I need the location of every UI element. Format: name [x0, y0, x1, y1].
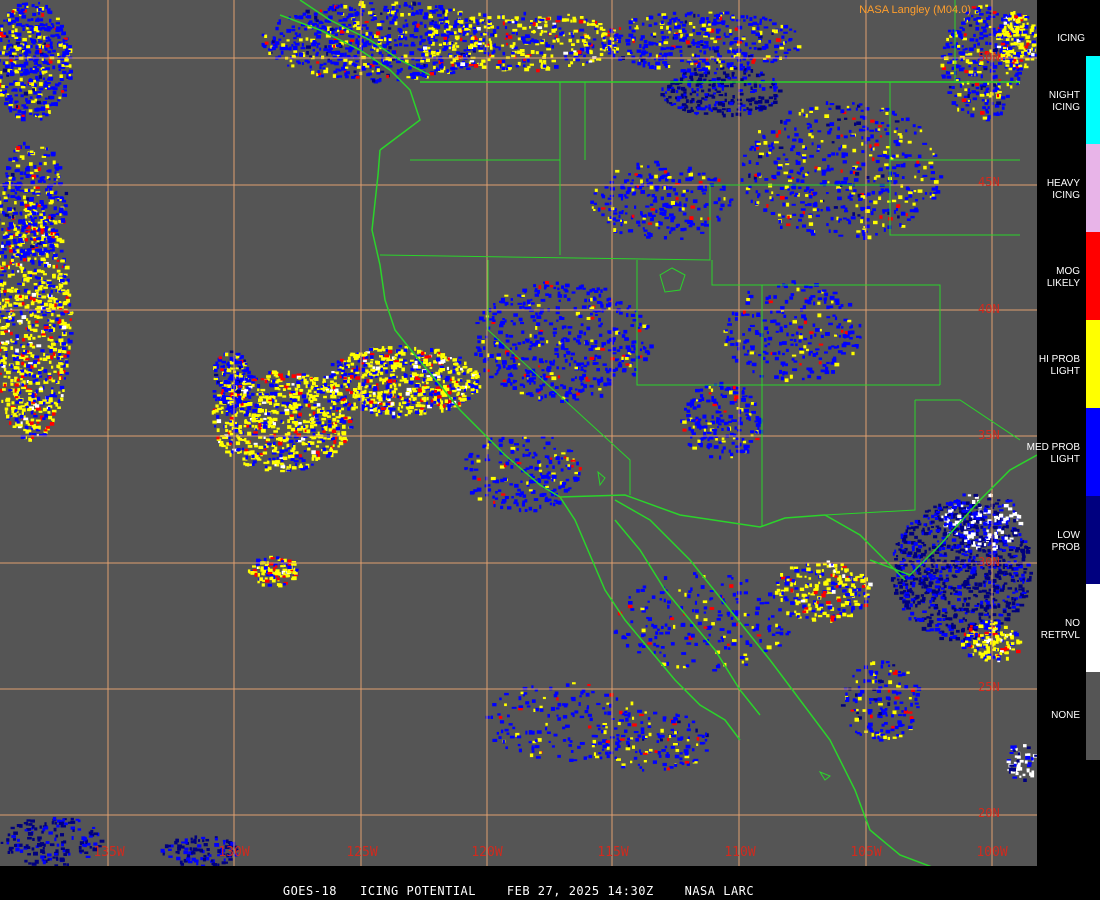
legend-swatch-night-icing [1086, 56, 1100, 144]
legend-swatch-none [1086, 672, 1100, 760]
lake [659, 267, 686, 293]
legend-label-med-prob-light: MED PROB LIGHT [1026, 442, 1080, 465]
lon-label-120w: 120W [471, 845, 503, 860]
lat-label-50n: 50N [978, 50, 1000, 64]
border [636, 260, 940, 386]
footer-agency: NASA LARC [684, 884, 755, 898]
lon-label-130w: 130W [218, 845, 250, 860]
legend-title: ICING [1057, 33, 1085, 44]
lat-label-35n: 35N [978, 428, 1000, 442]
lon-label-100w: 100W [976, 845, 1008, 860]
credit-label: NASA Langley (M04.0) [859, 4, 971, 16]
lon-label-110w: 110W [724, 845, 756, 860]
footer-datetime: FEB 27, 2025 14:30Z [506, 884, 654, 898]
icing-map: NASA Langley (M04.0) 135W 130W 125W 120W… [0, 0, 1037, 866]
legend-label-hi-prob-light: HI PROB LIGHT [1038, 354, 1080, 377]
coastline [818, 770, 831, 781]
legend-label-mog-likely: MOG LIKELY [1046, 266, 1080, 289]
border [410, 159, 561, 255]
lon-label-135w: 135W [93, 845, 125, 860]
lat-label-25n: 25N [978, 680, 1000, 694]
legend-swatch-med-prob-light [1086, 408, 1100, 496]
lon-label-105w: 105W [850, 845, 882, 860]
coastline [371, 149, 561, 498]
lat-label-30n: 30N [978, 555, 1000, 569]
coastline [597, 470, 606, 487]
legend-label-no-retrvl: NO RETRVL [1040, 618, 1080, 641]
legend-label-low-prob: LOW PROB [1051, 530, 1080, 553]
legend-swatch-heavy-icing [1086, 144, 1100, 232]
legend-label-none: NONE [1051, 710, 1080, 721]
legend-label-night-icing: NIGHT ICING [1048, 90, 1080, 113]
lat-label-45n: 45N [978, 175, 1000, 189]
map-canvas [0, 0, 1037, 866]
legend-swatch-mog-likely [1086, 232, 1100, 320]
lon-label-115w: 115W [597, 845, 629, 860]
lon-label-125w: 125W [346, 845, 378, 860]
footer-satellite: GOES-18 [282, 884, 337, 898]
border [824, 400, 916, 516]
lat-label-20n: 20N [978, 806, 1000, 820]
legend-label-heavy-icing: HEAVY ICING [1046, 178, 1080, 201]
border [379, 184, 890, 261]
legend-swatch-low-prob [1086, 496, 1100, 584]
lat-label-40n: 40N [978, 302, 1000, 316]
border [889, 82, 1020, 236]
icing-pixels [0, 1, 1037, 866]
border [915, 399, 1021, 441]
footer-product: ICING POTENTIAL [360, 884, 476, 898]
coastline [614, 519, 761, 716]
legend-swatch-hi-prob-light [1086, 320, 1100, 408]
legend: ICING NIGHT ICING HEAVY ICING MOG LIKELY… [1027, 0, 1100, 900]
legend-swatch-no-retrvl [1086, 584, 1100, 672]
footer-caption: GOES-18 ICING POTENTIAL FEB 27, 2025 14:… [0, 884, 1037, 898]
